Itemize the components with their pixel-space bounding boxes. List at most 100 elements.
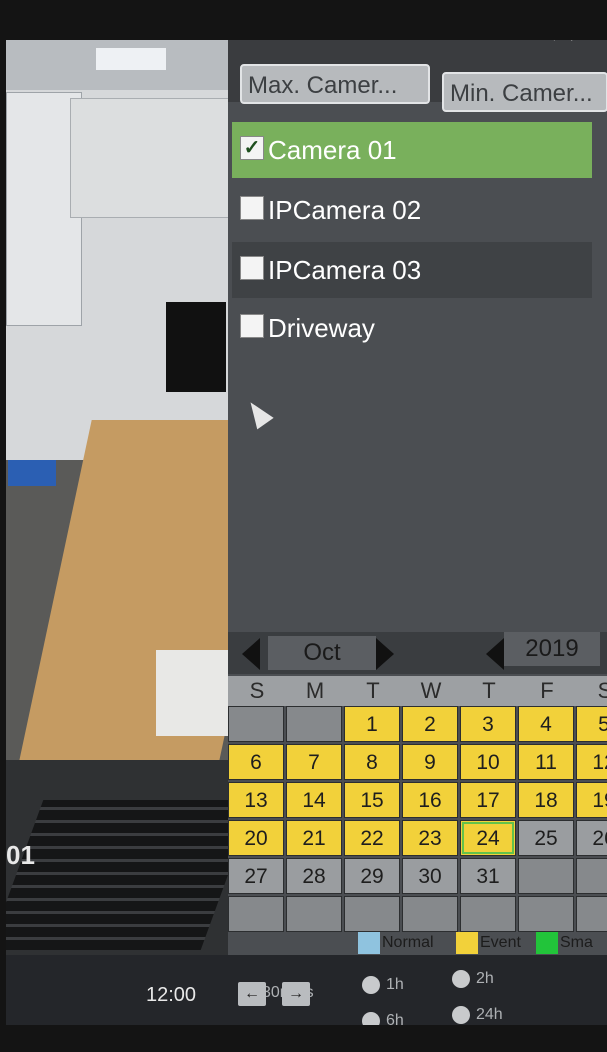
camera-item-camera-01[interactable]: ✓ Camera 01	[232, 122, 592, 178]
calendar-day-selected[interactable]: 24	[460, 820, 516, 856]
smart-swatch	[536, 932, 558, 954]
calendar-day-empty	[286, 706, 342, 742]
calendar-day-empty	[518, 896, 574, 932]
desk-monitor	[166, 302, 226, 392]
calendar-day[interactable]: 16	[402, 782, 458, 818]
calendar-day-empty	[228, 896, 284, 932]
weekday-label: S	[249, 678, 265, 703]
max-camera-button[interactable]: Max. Camer...	[240, 64, 430, 104]
legend-smart: Sma	[536, 932, 593, 954]
radio-2h[interactable]: 2h	[452, 970, 494, 988]
radio-1h[interactable]: 1h	[362, 976, 404, 994]
calendar-day[interactable]: 6	[228, 744, 284, 780]
printer	[156, 650, 228, 736]
calendar-day[interactable]: 11	[518, 744, 574, 780]
radio-6h[interactable]: 6h	[362, 1012, 404, 1025]
mouse-cursor-icon	[242, 396, 274, 430]
event-swatch	[456, 932, 478, 954]
calendar-day-empty	[460, 896, 516, 932]
month-label: Oct	[268, 636, 376, 670]
weekday-label: M	[305, 678, 325, 703]
calendar-day[interactable]: 18	[518, 782, 574, 818]
checkbox-icon[interactable]	[240, 196, 264, 221]
min-camera-button[interactable]: Min. Camer...	[442, 72, 607, 112]
radio-icon	[452, 970, 470, 988]
calendar-day-empty	[228, 706, 284, 742]
calendar-day[interactable]: 20	[228, 820, 284, 856]
fullscreen-icon[interactable]: ⤧	[546, 40, 580, 46]
prev-month-arrow-icon[interactable]	[242, 638, 260, 670]
camera-item-ipcamera-03[interactable]: IPCamera 03	[232, 242, 592, 298]
weekday-header: S M T W T F S	[228, 676, 607, 706]
calendar-day[interactable]: 21	[286, 820, 342, 856]
camera-label: IPCamera 02	[268, 195, 422, 225]
weekday-label: S	[597, 678, 607, 703]
radio-icon	[362, 1012, 380, 1025]
calendar-day[interactable]: 29	[344, 858, 400, 894]
camera-item-driveway[interactable]: Driveway	[232, 300, 592, 356]
calendar-day[interactable]: 14	[286, 782, 342, 818]
radio-icon	[362, 976, 380, 994]
playback-panel: ⤧ Max. Camer... Min. Camer... ✓Camera 01…	[228, 40, 607, 1025]
radio-icon	[452, 1006, 470, 1024]
calendar-day[interactable]: 1	[344, 706, 400, 742]
camera-label: IPCamera 03	[268, 255, 422, 285]
radio-label: 2h	[476, 970, 494, 988]
calendar-day-empty	[286, 896, 342, 932]
calendar-day[interactable]: 4	[518, 706, 574, 742]
radio-label: 1h	[386, 976, 404, 994]
calendar-day[interactable]: 5	[576, 706, 607, 742]
timeline-prev-button[interactable]: ←	[238, 982, 266, 1006]
legend-event: Event	[456, 932, 521, 954]
checkbox-icon[interactable]	[240, 256, 264, 281]
camera-label: Camera 01	[268, 135, 397, 165]
weekday-label: T	[366, 678, 380, 703]
dvr-screen: 01 ⤧ Max. Camer... Min. Camer... ✓Camera…	[6, 40, 607, 1025]
calendar-day[interactable]: 17	[460, 782, 516, 818]
calendar-day-empty	[576, 858, 607, 894]
calendar-day[interactable]: 22	[344, 820, 400, 856]
wall-calendar	[70, 98, 228, 218]
monitor-frame: 01 ⤧ Max. Camer... Min. Camer... ✓Camera…	[0, 0, 607, 1052]
legend-event-label: Event	[480, 934, 521, 952]
calendar-day[interactable]: 23	[402, 820, 458, 856]
calendar-day[interactable]: 12	[576, 744, 607, 780]
weekday-label: T	[482, 678, 496, 703]
calendar-day[interactable]: 26	[576, 820, 607, 856]
next-month-arrow-icon[interactable]	[376, 638, 394, 670]
calendar-day[interactable]: 28	[286, 858, 342, 894]
legend-normal: Normal	[358, 932, 434, 954]
calendar-day[interactable]: 13	[228, 782, 284, 818]
calendar-day[interactable]: 19	[576, 782, 607, 818]
prev-year-arrow-icon[interactable]	[486, 638, 504, 670]
timeline-time-label: 12:00	[146, 984, 197, 1006]
camera-number-overlay: 01	[6, 840, 35, 870]
camera-preview: 01	[6, 40, 228, 955]
checkbox-checked-icon[interactable]: ✓	[240, 136, 264, 161]
laptop-keyboard	[6, 800, 228, 950]
calendar-day[interactable]: 31	[460, 858, 516, 894]
radio-label: 6h	[386, 1012, 404, 1025]
calendar-day[interactable]: 25	[518, 820, 574, 856]
ceiling-light	[96, 48, 166, 70]
calendar-day-empty	[576, 896, 607, 932]
year-label: 2019	[504, 632, 600, 666]
calendar-day[interactable]: 27	[228, 858, 284, 894]
calendar-day-empty	[518, 858, 574, 894]
legend-normal-label: Normal	[382, 934, 434, 952]
blue-bin	[8, 460, 56, 486]
camera-item-ipcamera-02[interactable]: IPCamera 02	[232, 182, 592, 238]
checkbox-icon[interactable]	[240, 314, 264, 339]
weekday-label: F	[540, 678, 554, 703]
calendar-day[interactable]: 2	[402, 706, 458, 742]
calendar-day[interactable]: 3	[460, 706, 516, 742]
radio-24h[interactable]: 24h	[452, 1006, 503, 1024]
timeline-next-button[interactable]: →	[282, 982, 310, 1006]
calendar-day[interactable]: 7	[286, 744, 342, 780]
calendar-day[interactable]: 30	[402, 858, 458, 894]
calendar-day[interactable]: 10	[460, 744, 516, 780]
camera-label: Driveway	[268, 313, 375, 343]
calendar-day[interactable]: 15	[344, 782, 400, 818]
calendar-day[interactable]: 8	[344, 744, 400, 780]
calendar-day[interactable]: 9	[402, 744, 458, 780]
